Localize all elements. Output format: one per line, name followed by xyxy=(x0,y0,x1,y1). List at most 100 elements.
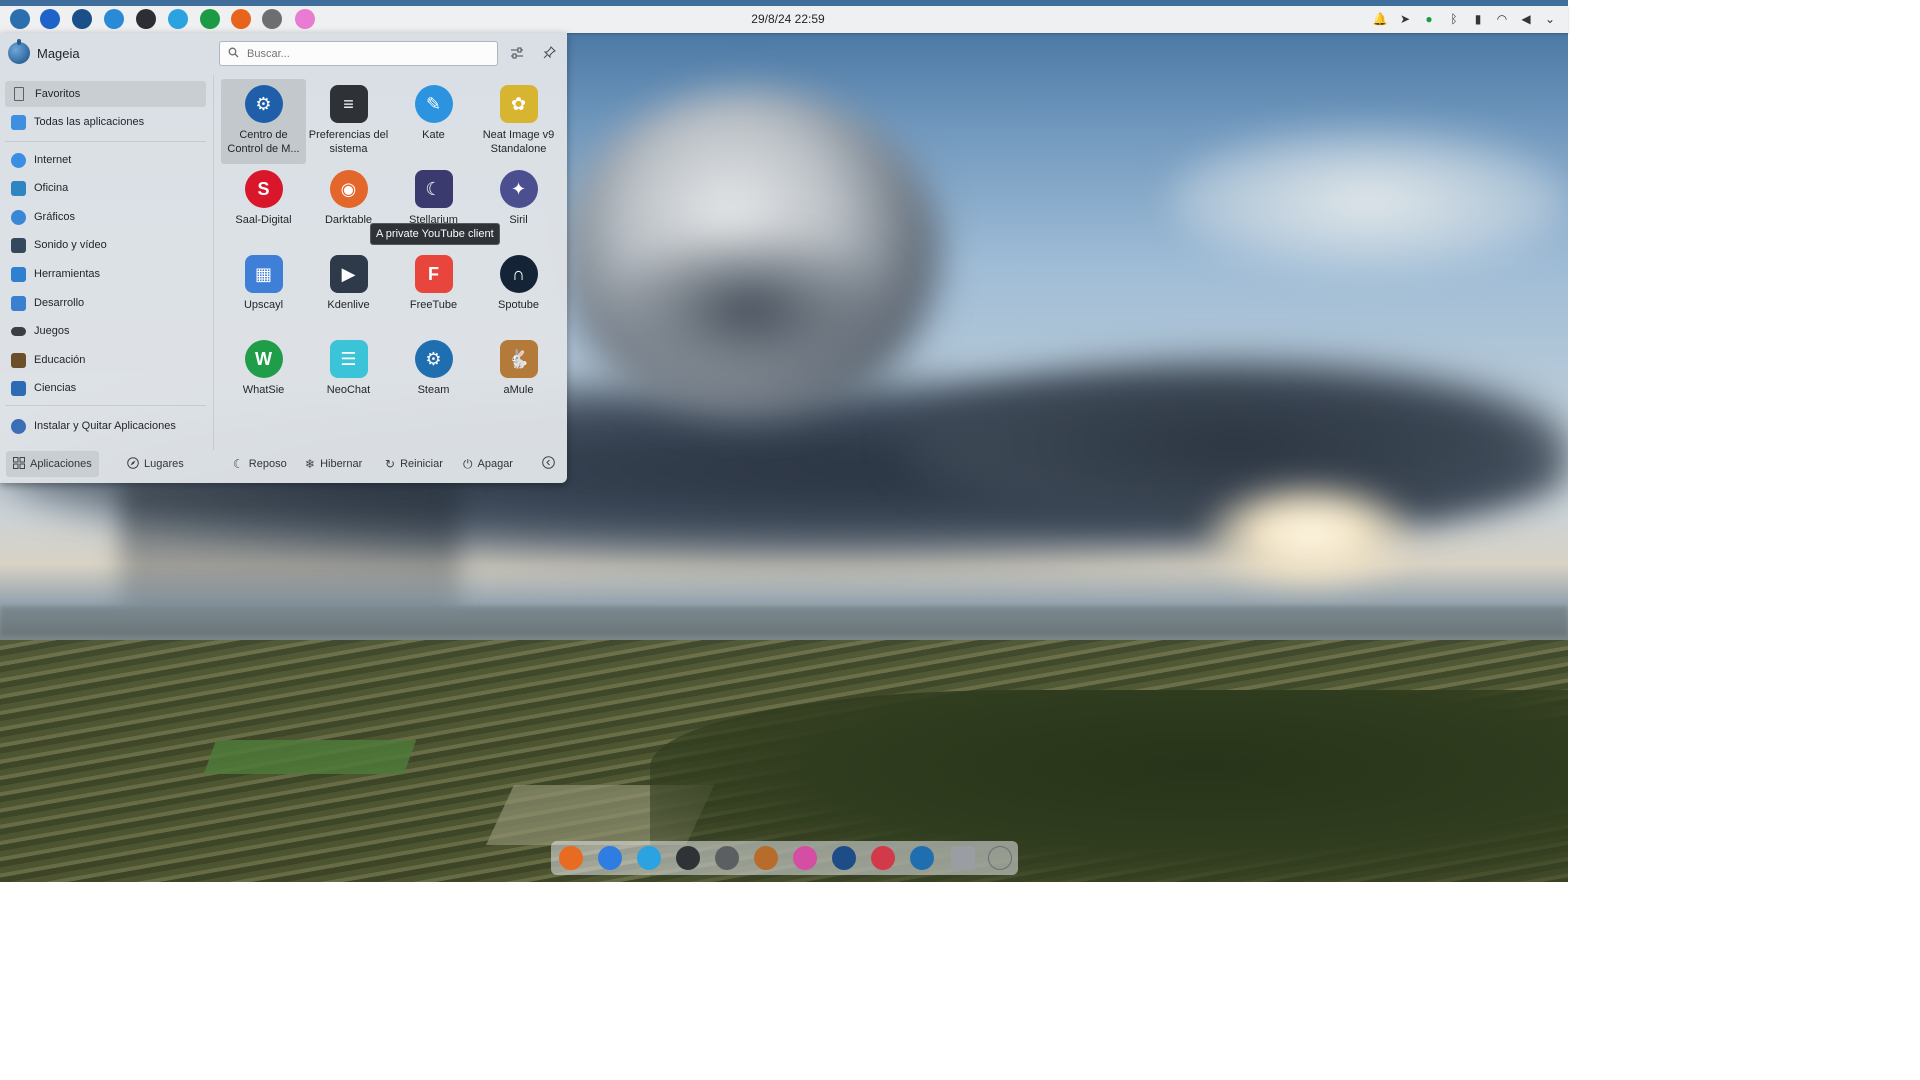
category-8[interactable]: Juegos xyxy=(5,318,206,344)
freetube-icon: F xyxy=(414,255,453,293)
category-0[interactable]: Favoritos xyxy=(5,81,206,107)
app-tile[interactable]: ✎ Kate xyxy=(391,79,476,164)
pin-button[interactable] xyxy=(540,45,558,63)
chevron-down-icon[interactable]: ⌄ xyxy=(1542,11,1558,27)
app-label: Steam xyxy=(417,384,450,396)
restart-button[interactable]: ↻ Reiniciar xyxy=(378,451,450,477)
kdenlive-icon: ▶ xyxy=(329,255,368,293)
category-10[interactable]: Ciencias xyxy=(5,375,206,401)
category-3[interactable]: Oficina xyxy=(5,175,206,201)
top-panel: 29/8/24 22:59 🔔 ➤ ● ᛒ ▮ ◠ ◀ ⌄ xyxy=(0,6,1568,33)
app-tile[interactable]: S Saal-Digital xyxy=(221,164,306,249)
notifications-icon[interactable]: 🔔 xyxy=(1372,11,1388,27)
category-9[interactable]: Educación xyxy=(5,347,206,373)
app-tile[interactable]: ≡ Preferencias del sistema xyxy=(306,79,391,164)
tab-places[interactable]: Lugares xyxy=(120,451,191,477)
digital-clock[interactable]: 29/8/24 22:59 xyxy=(0,12,1576,26)
green-field xyxy=(203,740,417,774)
spotube-icon: ∩ xyxy=(499,255,538,293)
wifi-icon[interactable]: ◠ xyxy=(1494,11,1510,27)
app-tile[interactable]: F FreeTube xyxy=(391,249,476,334)
pin-icon xyxy=(543,46,556,62)
kate-icon: ✎ xyxy=(414,85,453,123)
terminal-icon[interactable] xyxy=(676,846,700,870)
app-label: WhatSie xyxy=(242,384,285,396)
telegram-icon[interactable] xyxy=(637,846,661,870)
search-input[interactable] xyxy=(245,46,489,61)
application-launcher: Mageia Favoritos Todas las aplicaciones In… xyxy=(0,33,567,483)
firefox-icon[interactable] xyxy=(559,846,583,870)
category-5[interactable]: Sonido y vídeo xyxy=(5,232,206,258)
app-tile[interactable]: 🐇 aMule xyxy=(476,334,561,419)
shutdown-button[interactable]: ⏻ Apagar xyxy=(456,451,520,477)
app-label: Kdenlive xyxy=(327,299,370,311)
high-clouds xyxy=(1170,130,1568,270)
telegram-tray-icon[interactable]: ➤ xyxy=(1397,11,1413,27)
mageia-control-center-icon[interactable] xyxy=(832,846,856,870)
app-label: NeoChat xyxy=(326,384,371,396)
app-tile[interactable]: ☰ NeoChat xyxy=(306,334,391,419)
games-icon xyxy=(11,326,26,336)
krita-icon[interactable] xyxy=(793,846,817,870)
sidebar-divider xyxy=(5,405,206,406)
sleep-button[interactable]: ☾ Reposo xyxy=(226,451,294,477)
app-tile[interactable]: W WhatSie xyxy=(221,334,306,419)
sliders-icon xyxy=(510,47,524,62)
app-tile[interactable]: ▦ Upscayl xyxy=(221,249,306,334)
launcher-footer: Aplicaciones Lugares ☾ Reposo ❄ Hibernar… xyxy=(0,441,567,483)
app-tile[interactable]: ∩ Spotube xyxy=(476,249,561,334)
power-icon[interactable] xyxy=(988,846,1012,870)
graphics-icon xyxy=(11,209,26,225)
upscayl-icon: ▦ xyxy=(244,255,283,293)
whatsapp-tray-icon[interactable]: ● xyxy=(1421,11,1437,27)
gimp-icon[interactable] xyxy=(754,846,778,870)
battery-icon[interactable]: ▮ xyxy=(1470,11,1486,27)
compass-icon xyxy=(127,456,139,472)
app-label: Spotube xyxy=(498,299,539,311)
archive-icon[interactable] xyxy=(951,846,975,870)
category-6[interactable]: Herramientas xyxy=(5,261,206,287)
shutdown-label: Apagar xyxy=(477,458,513,470)
search-icon xyxy=(228,47,239,61)
app-tile[interactable]: ⚙ Centro de Control de M... xyxy=(221,79,306,164)
user-name: Mageia xyxy=(37,45,80,61)
tab-applications-label: Aplicaciones xyxy=(30,458,92,470)
tab-applications[interactable]: Aplicaciones xyxy=(6,451,99,477)
category-label: Todas las aplicaciones xyxy=(34,116,145,128)
saal-digital-icon: S xyxy=(244,170,283,208)
multimedia-icon xyxy=(11,237,26,253)
category-2[interactable]: Internet xyxy=(5,147,206,173)
category-label: Herramientas xyxy=(34,268,101,280)
category-4[interactable]: Gráficos xyxy=(5,204,206,230)
user-header[interactable]: Mageia xyxy=(8,39,80,64)
category-1[interactable]: Todas las aplicaciones xyxy=(5,109,206,135)
category-label: Internet xyxy=(34,154,72,166)
app-label: Kate xyxy=(422,129,445,141)
launcher-sidebar: Mageia Favoritos Todas las aplicaciones In… xyxy=(0,33,213,441)
hibernate-button[interactable]: ❄ Hibernar xyxy=(298,451,369,477)
app-tile[interactable]: ⚙ Steam xyxy=(391,334,476,419)
category-11[interactable]: Instalar y Quitar Aplicaciones xyxy=(5,413,206,439)
configure-button[interactable] xyxy=(508,45,526,63)
mageia-control-center-icon: ⚙ xyxy=(244,85,283,123)
aperture-icon[interactable] xyxy=(715,846,739,870)
tab-places-label: Lugares xyxy=(144,458,184,470)
bluetooth-icon[interactable]: ᛒ xyxy=(1446,11,1462,27)
leave-menu-button[interactable] xyxy=(535,451,562,477)
office-icon xyxy=(11,180,26,196)
app-tile[interactable]: ✿ Neat Image v9 Standalone xyxy=(476,79,561,164)
category-7[interactable]: Desarrollo xyxy=(5,290,206,316)
mageia-avatar-icon xyxy=(8,39,30,64)
steam-icon[interactable] xyxy=(910,846,934,870)
bottom-dock xyxy=(551,841,1018,875)
grid-icon xyxy=(11,114,26,130)
category-label: Ciencias xyxy=(34,382,77,394)
thunderbird-icon[interactable] xyxy=(598,846,622,870)
search-field[interactable] xyxy=(219,41,498,66)
app-tile[interactable]: ▶ Kdenlive xyxy=(306,249,391,334)
app-label: FreeTube xyxy=(409,299,458,311)
screen-recorder-icon[interactable] xyxy=(871,846,895,870)
power-icon: ⏻ xyxy=(463,456,473,471)
science-icon xyxy=(11,380,26,396)
volume-icon[interactable]: ◀ xyxy=(1518,11,1534,27)
